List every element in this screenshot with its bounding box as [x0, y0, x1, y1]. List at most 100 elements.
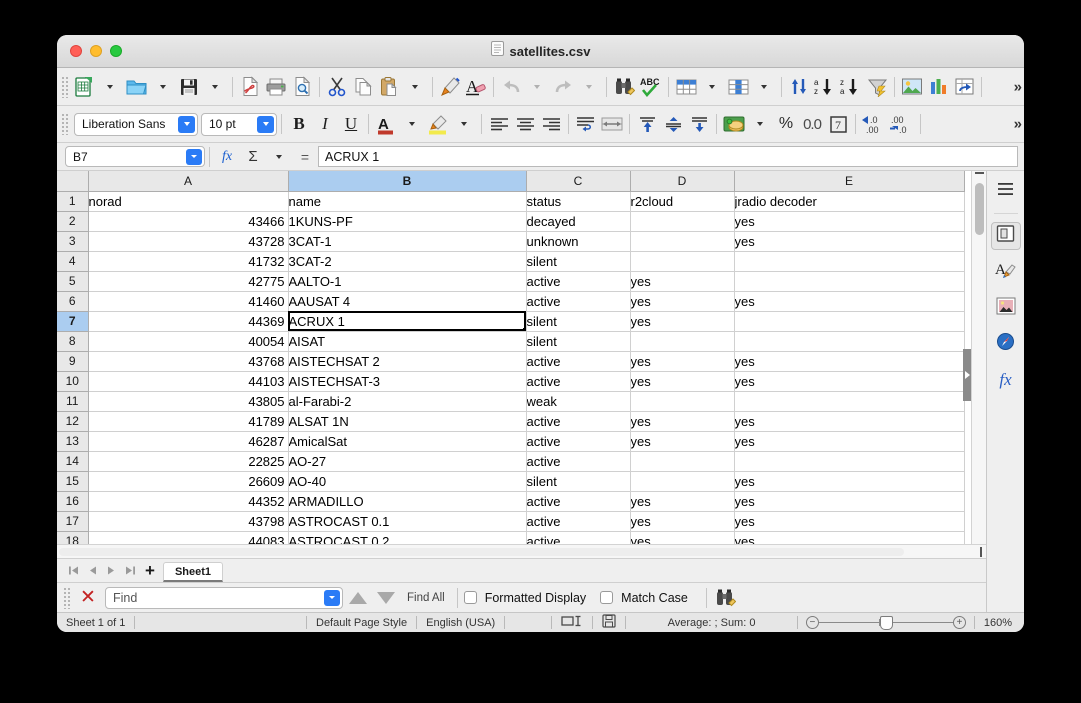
clone-formatting-paintbrush-button[interactable]	[437, 72, 463, 102]
cell-A12[interactable]: 41789	[88, 411, 289, 432]
cell-A16[interactable]: 44352	[88, 491, 289, 512]
cell-D15[interactable]	[630, 471, 735, 492]
autosum-sigma-icon[interactable]: Σ	[240, 142, 266, 172]
font-size-dropdown-icon[interactable]	[257, 115, 274, 133]
sidebar-item-functions[interactable]: fx	[991, 366, 1021, 394]
horizontal-scroll-thumb[interactable]	[59, 548, 904, 556]
cell-A8[interactable]: 40054	[88, 331, 289, 352]
find-previous-button[interactable]	[345, 583, 371, 613]
column-header-c[interactable]: C	[526, 171, 631, 192]
cell-C10[interactable]: active	[526, 371, 631, 392]
cell-E6[interactable]: yes	[734, 291, 965, 312]
row-header-10[interactable]: 10	[57, 371, 89, 392]
cell-B7[interactable]: ACRUX 1	[288, 311, 527, 332]
row-header-11[interactable]: 11	[57, 391, 89, 412]
row-header-4[interactable]: 4	[57, 251, 89, 272]
cell-B16[interactable]: ARMADILLO	[288, 491, 527, 512]
align-top-icon[interactable]	[634, 109, 660, 139]
cell-E8[interactable]	[734, 331, 965, 352]
cell-C18[interactable]: active	[526, 531, 631, 544]
redo-dropdown[interactable]	[576, 72, 602, 102]
maximize-window-button[interactable]	[110, 45, 122, 57]
autosum-dropdown[interactable]	[266, 142, 292, 172]
delete-decimal-icon[interactable]: .00.0	[888, 109, 916, 139]
next-sheet-button[interactable]	[103, 562, 120, 579]
row-header-16[interactable]: 16	[57, 491, 89, 512]
cell-B15[interactable]: AO-40	[288, 471, 527, 492]
zoom-in-button[interactable]: +	[952, 616, 966, 629]
cell-D2[interactable]	[630, 211, 735, 232]
cell-C4[interactable]: silent	[526, 251, 631, 272]
save-button[interactable]	[176, 72, 202, 102]
cell-D6[interactable]: yes	[630, 291, 735, 312]
date-format-button[interactable]: 7	[825, 109, 851, 139]
font-name-dropdown-icon[interactable]	[178, 115, 195, 133]
cell-A7[interactable]: 44369	[88, 311, 289, 332]
cell-C17[interactable]: active	[526, 511, 631, 532]
cell-E14[interactable]	[734, 451, 965, 472]
cell-D16[interactable]: yes	[630, 491, 735, 512]
cell-B17[interactable]: ASTROCAST 0.1	[288, 511, 527, 532]
formula-equals-icon[interactable]: =	[292, 142, 318, 172]
cell-B12[interactable]: ALSAT 1N	[288, 411, 527, 432]
cell-D8[interactable]	[630, 331, 735, 352]
cell-C8[interactable]: silent	[526, 331, 631, 352]
redo-arrow-button[interactable]	[550, 72, 576, 102]
match-case-checkbox[interactable]	[600, 591, 614, 604]
row-header-8[interactable]: 8	[57, 331, 89, 352]
row-header-6[interactable]: 6	[57, 291, 89, 312]
insert-column-button[interactable]	[725, 72, 751, 102]
first-sheet-button[interactable]	[65, 562, 82, 579]
cell-A1[interactable]: norad	[88, 191, 289, 212]
open-folder-button[interactable]	[123, 72, 150, 102]
cell-A10[interactable]: 44103	[88, 371, 289, 392]
cell-B4[interactable]: 3CAT-2	[288, 251, 527, 272]
cell-E1[interactable]: jradio decoder	[734, 191, 965, 212]
document-modified-icon[interactable]	[593, 614, 625, 631]
sidebar-item-navigator[interactable]	[991, 330, 1021, 358]
highlight-color-icon[interactable]	[425, 109, 451, 139]
cell-A17[interactable]: 43798	[88, 511, 289, 532]
cell-D17[interactable]: yes	[630, 511, 735, 532]
sheet-tab-sheet1[interactable]: Sheet1	[162, 562, 224, 582]
cell-A14[interactable]: 22825	[88, 451, 289, 472]
standard-toolbar-overflow[interactable]: »	[1014, 78, 1022, 95]
find-replace-dialog-button[interactable]	[713, 583, 739, 613]
cell-D13[interactable]: yes	[630, 431, 735, 452]
cell-A3[interactable]: 43728	[88, 231, 289, 252]
percent-format-button[interactable]: %	[773, 109, 799, 139]
row-header-18[interactable]: 18	[57, 531, 89, 544]
formatting-toolbar-overflow[interactable]: »	[1014, 116, 1022, 133]
cell-C5[interactable]: active	[526, 271, 631, 292]
sidebar-item-styles[interactable]: A	[991, 258, 1021, 286]
row-header-14[interactable]: 14	[57, 451, 89, 472]
cell-B3[interactable]: 3CAT-1	[288, 231, 527, 252]
currency-dropdown[interactable]	[747, 109, 773, 139]
cell-E2[interactable]: yes	[734, 211, 965, 232]
sort-descending-button[interactable]: za	[838, 72, 864, 102]
print-preview-button[interactable]	[289, 72, 315, 102]
zoom-level-status[interactable]: 160%	[975, 617, 1024, 629]
spellcheck-abc-button[interactable]: ABC	[637, 72, 664, 102]
spreadsheet-grid[interactable]: A B C D E 1 norad name status r2cloud jradio decod…	[57, 171, 971, 544]
cell-B8[interactable]: AISAT	[288, 331, 527, 352]
cell-E3[interactable]: yes	[734, 231, 965, 252]
cell-C16[interactable]: active	[526, 491, 631, 512]
cut-scissors-button[interactable]	[324, 72, 350, 102]
bold-button[interactable]: B	[286, 109, 312, 139]
insert-row-button[interactable]	[673, 72, 699, 102]
print-button[interactable]	[263, 72, 289, 102]
cell-E13[interactable]: yes	[734, 431, 965, 452]
currency-icon[interactable]	[721, 109, 747, 139]
cell-E15[interactable]: yes	[734, 471, 965, 492]
add-decimal-icon[interactable]: .0.00	[860, 109, 888, 139]
cell-D11[interactable]	[630, 391, 735, 412]
undo-arrow-button[interactable]	[498, 72, 524, 102]
cell-D7[interactable]: yes	[630, 311, 735, 332]
vertical-split-handle[interactable]	[963, 349, 971, 401]
cell-C12[interactable]: active	[526, 411, 631, 432]
row-header-2[interactable]: 2	[57, 211, 89, 232]
cell-C9[interactable]: active	[526, 351, 631, 372]
cell-E11[interactable]	[734, 391, 965, 412]
toolbar-grip[interactable]	[61, 113, 68, 135]
